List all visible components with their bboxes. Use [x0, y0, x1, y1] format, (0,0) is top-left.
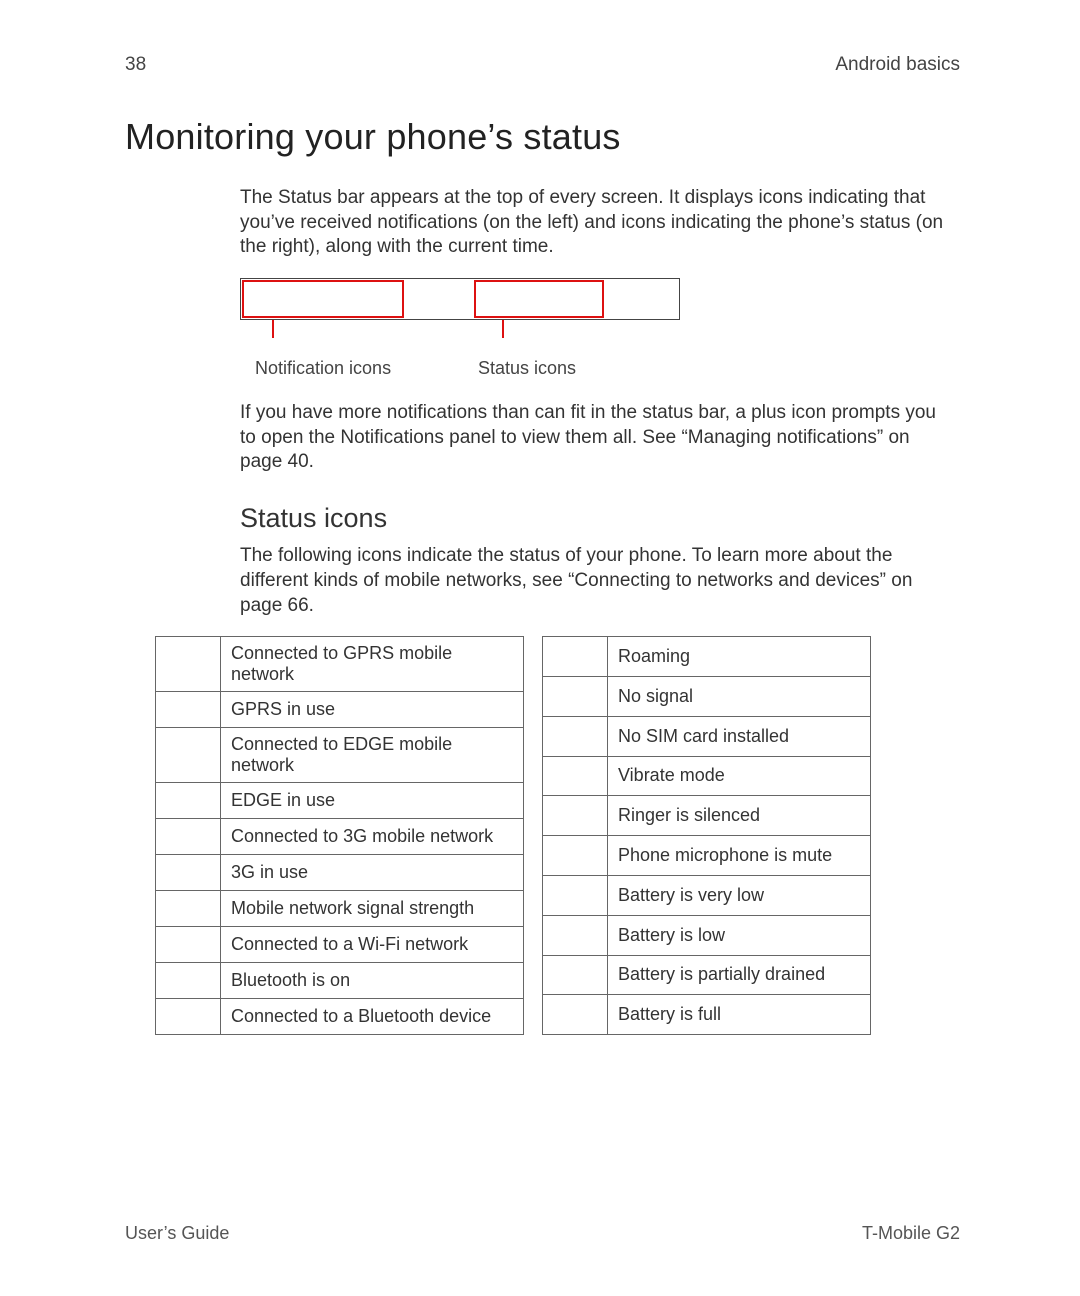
subsection-intro: The following icons indicate the status …	[240, 544, 950, 618]
page: 38 Android basics Monitoring your phone’…	[0, 0, 1080, 1296]
page-footer: User’s Guide T-Mobile G2	[125, 1223, 960, 1244]
table-row: Connected to EDGE mobile network	[156, 728, 524, 783]
table-row: Connected to a Bluetooth device	[156, 999, 524, 1035]
table-row: Battery is full	[543, 995, 871, 1035]
table-row: EDGE in use	[156, 783, 524, 819]
table-row: Phone microphone is mute	[543, 836, 871, 876]
footer-right: T-Mobile G2	[862, 1223, 960, 1244]
page-number: 38	[125, 54, 146, 76]
status-description: Connected to EDGE mobile network	[221, 728, 524, 783]
table-row: No signal	[543, 676, 871, 716]
page-header: 38 Android basics	[125, 54, 960, 76]
status-description: Battery is partially drained	[608, 955, 871, 995]
page-title: Monitoring your phone’s status	[125, 116, 960, 158]
table-row: Roaming	[543, 637, 871, 677]
status-description: Battery is full	[608, 995, 871, 1035]
table-row: Connected to GPRS mobile network	[156, 637, 524, 692]
status-icon-cell	[156, 692, 221, 728]
table-row: 3G in use	[156, 855, 524, 891]
status-icon-cell	[543, 676, 608, 716]
status-icon-cell	[543, 836, 608, 876]
status-description: GPRS in use	[221, 692, 524, 728]
overflow-note: If you have more notifications than can …	[240, 401, 950, 475]
status-icon-cell	[543, 875, 608, 915]
status-description: Ringer is silenced	[608, 796, 871, 836]
status-description: Connected to GPRS mobile network	[221, 637, 524, 692]
status-icons-label: Status icons	[478, 358, 576, 379]
status-icon-cell	[156, 891, 221, 927]
status-description: Phone microphone is mute	[608, 836, 871, 876]
status-icon-cell	[543, 756, 608, 796]
status-bar-diagram: Notification icons Status icons	[240, 278, 680, 383]
status-icon-cell	[543, 796, 608, 836]
table-row: Connected to a Wi-Fi network	[156, 927, 524, 963]
status-icons-highlight	[474, 280, 604, 318]
body-column: The Status bar appears at the top of eve…	[240, 186, 950, 618]
status-description: Connected to 3G mobile network	[221, 819, 524, 855]
table-row: Bluetooth is on	[156, 963, 524, 999]
table-row: Ringer is silenced	[543, 796, 871, 836]
status-description: No SIM card installed	[608, 716, 871, 756]
section-name: Android basics	[835, 54, 960, 76]
status-description: 3G in use	[221, 855, 524, 891]
status-icon-cell	[543, 995, 608, 1035]
status-icon-cell	[543, 637, 608, 677]
status-icon-cell	[156, 728, 221, 783]
status-icon-cell	[156, 855, 221, 891]
status-description: Connected to a Bluetooth device	[221, 999, 524, 1035]
status-description: Mobile network signal strength	[221, 891, 524, 927]
table-row: Connected to 3G mobile network	[156, 819, 524, 855]
status-description: EDGE in use	[221, 783, 524, 819]
status-description: Battery is very low	[608, 875, 871, 915]
status-description: Vibrate mode	[608, 756, 871, 796]
status-icon-cell	[156, 999, 221, 1035]
status-description: No signal	[608, 676, 871, 716]
table-row: Vibrate mode	[543, 756, 871, 796]
status-description: Connected to a Wi-Fi network	[221, 927, 524, 963]
status-icon-cell	[543, 915, 608, 955]
status-icons-tables: Connected to GPRS mobile network GPRS in…	[155, 636, 960, 1035]
table-row: Battery is very low	[543, 875, 871, 915]
status-icon-cell	[156, 637, 221, 692]
intro-paragraph: The Status bar appears at the top of eve…	[240, 186, 950, 260]
status-icon-cell	[156, 927, 221, 963]
status-icon-cell	[156, 819, 221, 855]
status-icon-cell	[543, 716, 608, 756]
callout-line-left	[272, 320, 274, 338]
notification-icons-label: Notification icons	[255, 358, 391, 379]
table-row: Battery is low	[543, 915, 871, 955]
footer-left: User’s Guide	[125, 1223, 229, 1244]
subsection-title: Status icons	[240, 503, 950, 534]
status-icons-table-right: Roaming No signal No SIM card installed …	[542, 636, 871, 1035]
table-row: No SIM card installed	[543, 716, 871, 756]
table-row: Battery is partially drained	[543, 955, 871, 995]
status-icon-cell	[156, 963, 221, 999]
status-icons-table-left: Connected to GPRS mobile network GPRS in…	[155, 636, 524, 1035]
status-description: Roaming	[608, 637, 871, 677]
status-icon-cell	[156, 783, 221, 819]
notification-icons-highlight	[242, 280, 404, 318]
status-description: Bluetooth is on	[221, 963, 524, 999]
callout-line-right	[502, 320, 504, 338]
table-row: GPRS in use	[156, 692, 524, 728]
status-icon-cell	[543, 955, 608, 995]
status-description: Battery is low	[608, 915, 871, 955]
table-row: Mobile network signal strength	[156, 891, 524, 927]
